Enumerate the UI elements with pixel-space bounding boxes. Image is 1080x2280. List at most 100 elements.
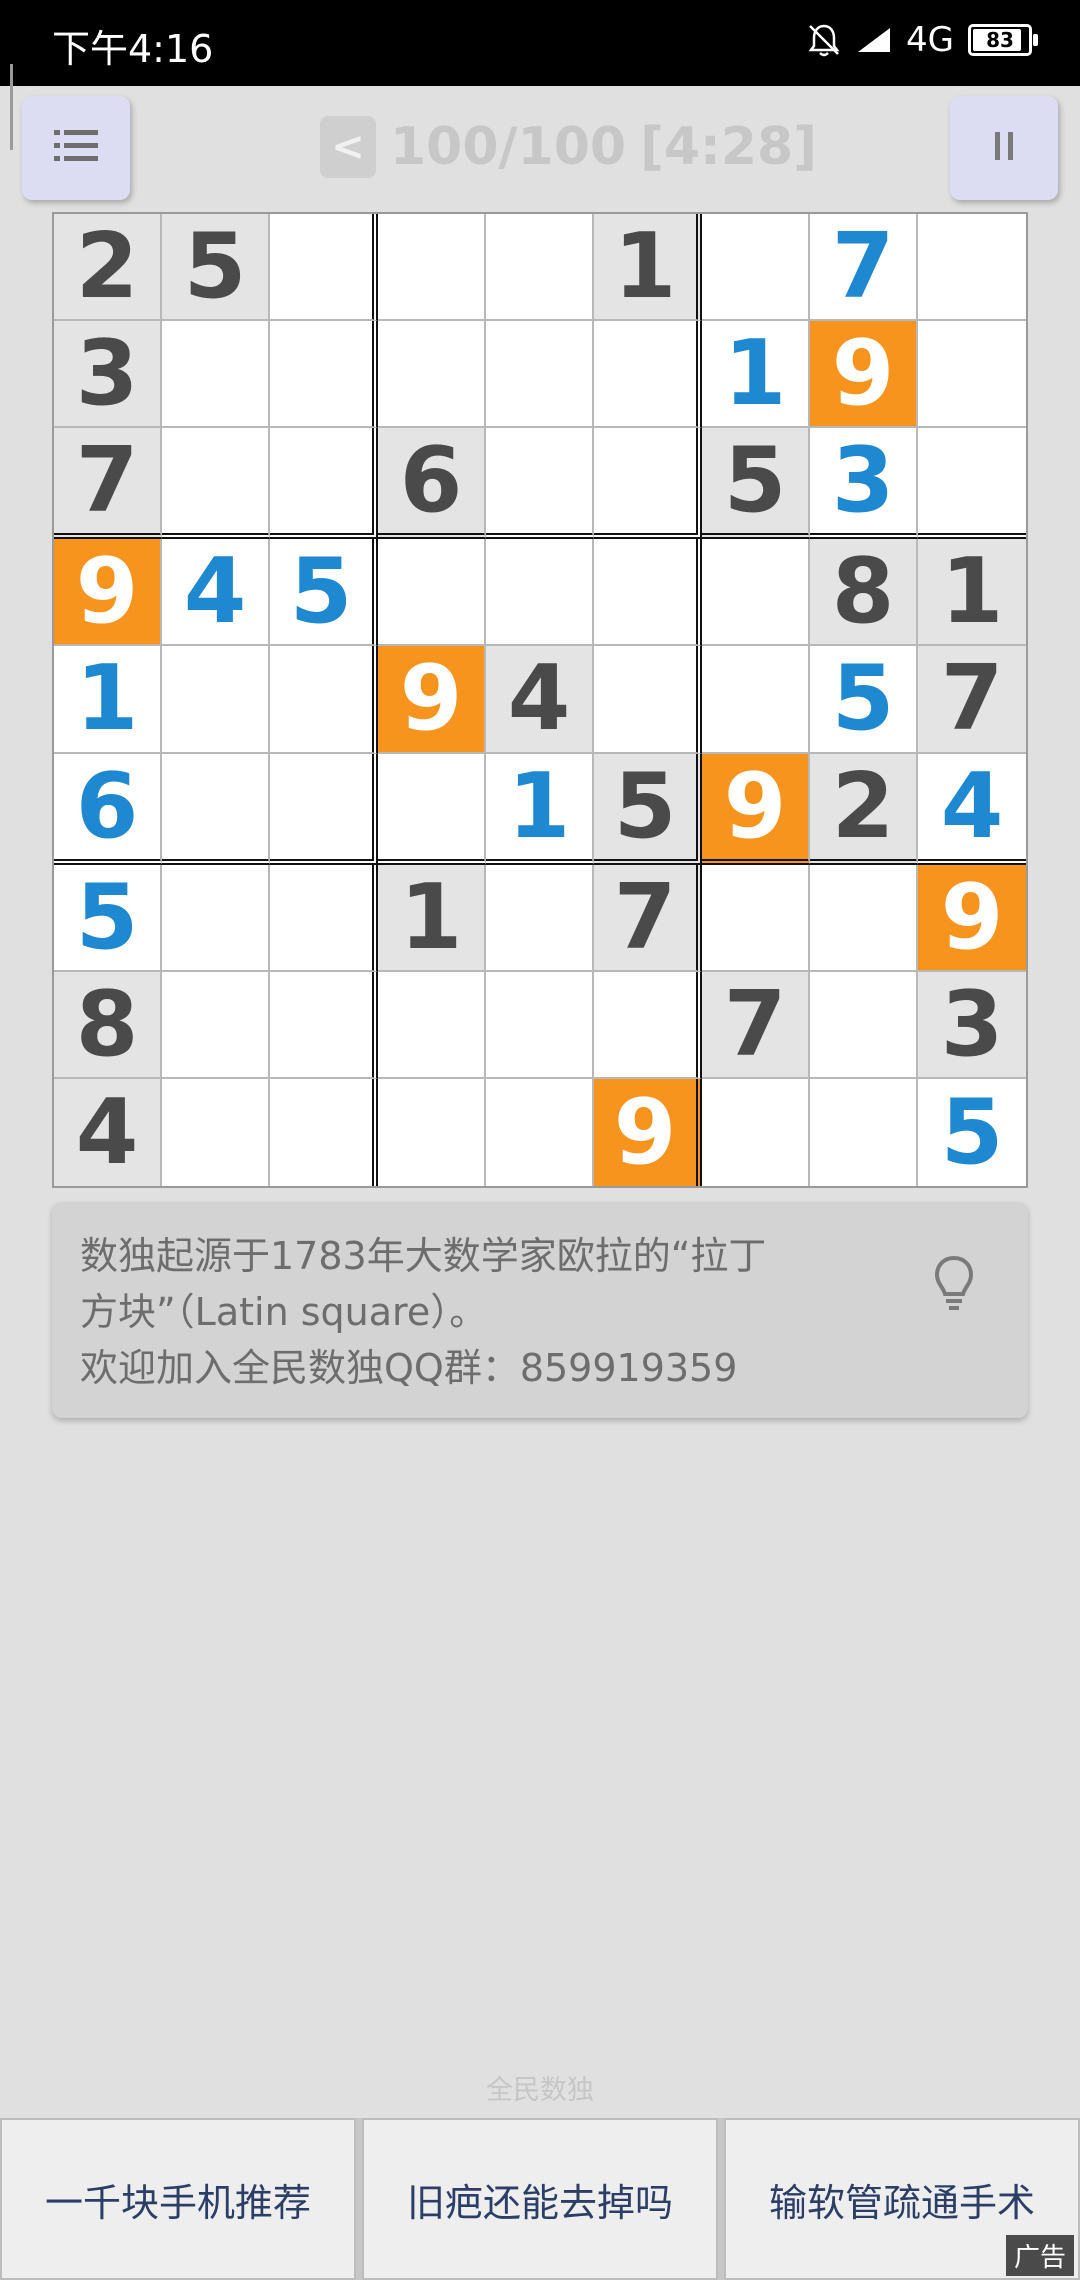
sudoku-cell[interactable]	[162, 971, 270, 1079]
lightbulb-hint-icon[interactable]	[932, 1254, 976, 1329]
sudoku-cell[interactable]	[486, 428, 594, 540]
sudoku-cell[interactable]: 4	[486, 646, 594, 754]
sudoku-cell[interactable]	[810, 864, 918, 972]
sudoku-cell[interactable]: 5	[162, 214, 270, 322]
tip-line-2: 方块”（Latin square）。	[80, 1290, 488, 1334]
sudoku-cell[interactable]: 6	[54, 753, 162, 865]
sudoku-cell[interactable]: 9	[594, 1078, 702, 1186]
status-bar: 下午4:16 4G 83	[0, 0, 1080, 86]
sudoku-cell[interactable]: 7	[810, 214, 918, 322]
sudoku-cell[interactable]: 9	[702, 753, 810, 865]
sudoku-cell[interactable]: 8	[54, 971, 162, 1079]
sudoku-cell[interactable]: 8	[810, 539, 918, 647]
app-brand-label: 全民数独	[486, 2075, 594, 2106]
sudoku-cell[interactable]: 1	[702, 321, 810, 429]
sudoku-cell[interactable]: 2	[810, 753, 918, 865]
sudoku-cell[interactable]	[270, 646, 378, 754]
sudoku-cell[interactable]	[918, 214, 1026, 322]
sudoku-cell[interactable]	[918, 321, 1026, 429]
sudoku-cell[interactable]	[378, 321, 486, 429]
sudoku-cell[interactable]	[486, 971, 594, 1079]
sudoku-cell[interactable]	[594, 428, 702, 540]
sudoku-cell[interactable]: 9	[918, 864, 1026, 972]
sudoku-cell[interactable]	[162, 646, 270, 754]
sudoku-cell[interactable]: 1	[378, 864, 486, 972]
sudoku-cell[interactable]	[162, 753, 270, 865]
sudoku-cell[interactable]	[918, 428, 1026, 540]
sudoku-cell[interactable]: 4	[918, 753, 1026, 865]
sudoku-cell[interactable]: 4	[54, 1078, 162, 1186]
sudoku-cell[interactable]	[378, 214, 486, 322]
sudoku-cell[interactable]: 9	[54, 539, 162, 647]
sudoku-cell[interactable]: 5	[594, 753, 702, 865]
sudoku-cell[interactable]: 9	[378, 646, 486, 754]
sudoku-cell[interactable]	[270, 321, 378, 429]
sudoku-cell[interactable]	[162, 428, 270, 540]
sudoku-cell[interactable]: 1	[486, 753, 594, 865]
sudoku-cell[interactable]: 5	[54, 864, 162, 972]
sudoku-cell[interactable]	[810, 971, 918, 1079]
sudoku-cell[interactable]: 3	[918, 971, 1026, 1079]
sudoku-cell[interactable]	[486, 1078, 594, 1186]
sudoku-cell[interactable]: 2	[54, 214, 162, 322]
sudoku-cell[interactable]	[162, 321, 270, 429]
menu-button[interactable]	[22, 96, 130, 200]
sudoku-cell[interactable]	[594, 321, 702, 429]
sudoku-cell[interactable]: 9	[810, 321, 918, 429]
battery-icon: 83	[968, 24, 1038, 56]
sudoku-cell[interactable]	[486, 539, 594, 647]
sudoku-cell[interactable]	[486, 214, 594, 322]
sudoku-cell[interactable]	[378, 539, 486, 647]
pause-icon	[994, 132, 1014, 164]
sudoku-cell[interactable]	[594, 539, 702, 647]
sudoku-cell[interactable]	[378, 971, 486, 1079]
sudoku-cell[interactable]	[270, 753, 378, 865]
sudoku-cell[interactable]	[702, 214, 810, 322]
sudoku-cell[interactable]	[594, 646, 702, 754]
sudoku-cell[interactable]	[270, 971, 378, 1079]
previous-puzzle-button[interactable]: <	[320, 116, 376, 178]
mute-bell-icon	[806, 22, 842, 58]
sudoku-cell[interactable]	[702, 864, 810, 972]
network-type: 4G	[906, 20, 954, 60]
sudoku-cell[interactable]: 5	[702, 428, 810, 540]
sudoku-cell[interactable]	[486, 321, 594, 429]
scroll-edge-indicator	[10, 64, 13, 150]
sudoku-cell[interactable]	[594, 971, 702, 1079]
sudoku-cell[interactable]: 1	[54, 646, 162, 754]
sudoku-cell[interactable]	[378, 1078, 486, 1186]
puzzle-header: < 100/100 [4:28]	[320, 112, 817, 182]
sudoku-cell[interactable]	[270, 214, 378, 322]
sudoku-cell[interactable]	[378, 753, 486, 865]
sudoku-cell[interactable]: 1	[918, 539, 1026, 647]
sudoku-cell[interactable]	[486, 864, 594, 972]
sudoku-cell[interactable]	[270, 1078, 378, 1186]
sudoku-cell[interactable]: 5	[810, 646, 918, 754]
sudoku-cell[interactable]	[702, 646, 810, 754]
sudoku-cell[interactable]: 5	[270, 539, 378, 647]
sudoku-cell[interactable]	[810, 1078, 918, 1186]
sudoku-cell[interactable]	[162, 1078, 270, 1186]
sudoku-cell[interactable]: 1	[594, 214, 702, 322]
puzzle-timer: [4:28]	[640, 117, 817, 177]
sudoku-cell[interactable]: 3	[810, 428, 918, 540]
sudoku-cell[interactable]: 7	[54, 428, 162, 540]
ad-item[interactable]: 旧疤还能去掉吗	[362, 2118, 718, 2280]
signal-icon	[856, 26, 892, 54]
sudoku-cell[interactable]	[270, 428, 378, 540]
sudoku-cell[interactable]	[270, 864, 378, 972]
sudoku-cell[interactable]: 3	[54, 321, 162, 429]
sudoku-cell[interactable]	[702, 1078, 810, 1186]
sudoku-cell[interactable]: 7	[702, 971, 810, 1079]
pause-button[interactable]	[950, 96, 1058, 200]
sudoku-cell[interactable]	[702, 539, 810, 647]
sudoku-cell[interactable]	[162, 864, 270, 972]
tip-card: 数独起源于1783年大数学家欧拉的“拉丁 方块”（Latin square）。 …	[52, 1202, 1028, 1418]
sudoku-cell[interactable]: 6	[378, 428, 486, 540]
sudoku-cell[interactable]: 7	[594, 864, 702, 972]
sudoku-cell[interactable]: 4	[162, 539, 270, 647]
sudoku-cell[interactable]: 7	[918, 646, 1026, 754]
status-icons: 4G 83	[806, 20, 1038, 60]
ad-item[interactable]: 一千块手机推荐	[0, 2118, 356, 2280]
sudoku-cell[interactable]: 5	[918, 1078, 1026, 1186]
